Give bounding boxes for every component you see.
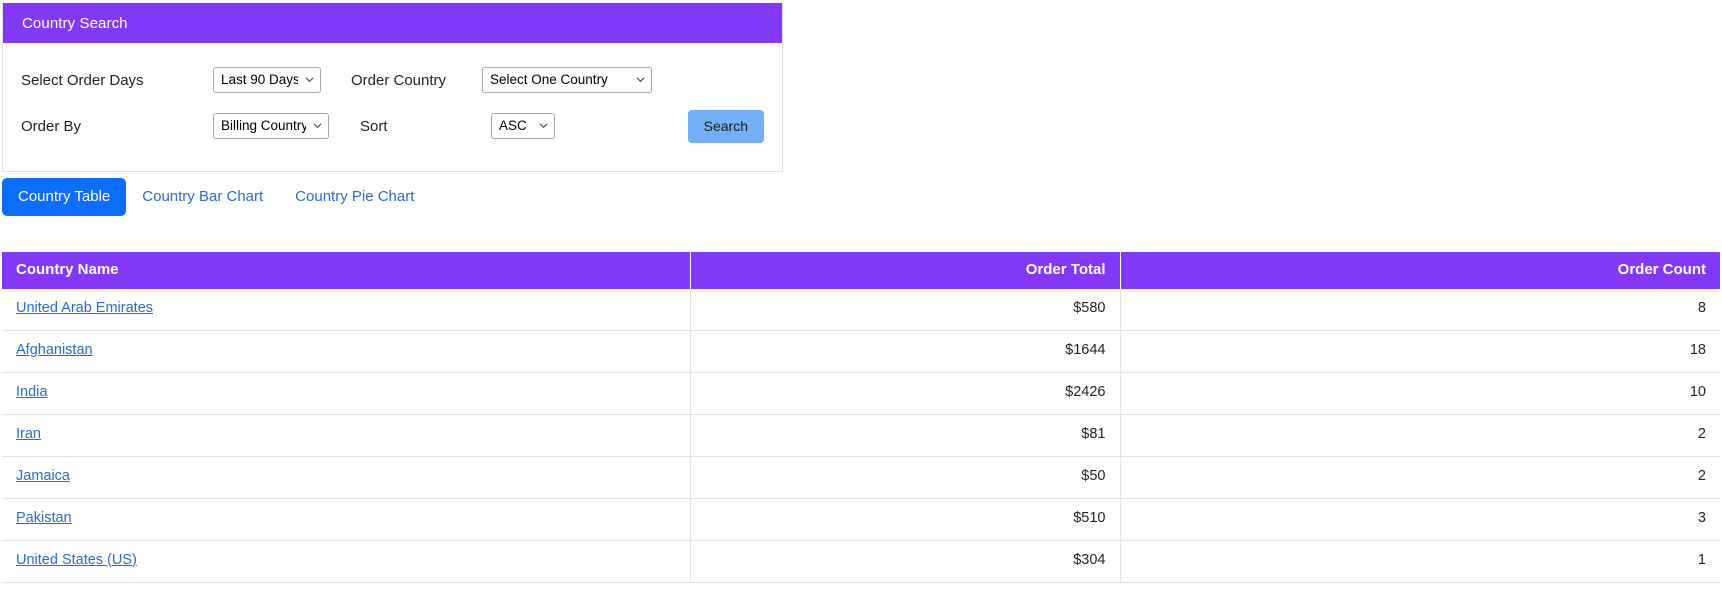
tab-country-table[interactable]: Country Table xyxy=(2,178,127,216)
order-country-select-wrap: Select One Country xyxy=(482,67,652,93)
order-days-select[interactable]: Last 90 Days xyxy=(213,67,321,93)
country-link[interactable]: United States (US) xyxy=(16,552,137,568)
cell-order-total: $304 xyxy=(690,540,1121,583)
label-sort: Sort xyxy=(360,117,388,135)
country-link[interactable]: Iran xyxy=(16,426,41,442)
table-row: United States (US) $304 1 xyxy=(2,540,1720,583)
column-header-country-name[interactable]: Country Name xyxy=(2,252,691,289)
country-link[interactable]: United Arab Emirates xyxy=(16,300,153,316)
tab-country-pie-chart[interactable]: Country Pie Chart xyxy=(279,178,430,216)
order-by-select[interactable]: Billing Country xyxy=(213,113,329,139)
cell-country-name: India xyxy=(2,372,691,415)
cell-order-count: 1 xyxy=(1120,540,1720,583)
country-table-head: Country Name Order Total Order Count xyxy=(2,252,1720,289)
table-row: Afghanistan $1644 18 xyxy=(2,330,1720,373)
table-row: India $2426 10 xyxy=(2,372,1720,415)
cell-order-total: $50 xyxy=(690,456,1121,499)
cell-order-total: $81 xyxy=(690,414,1121,457)
cell-country-name: Afghanistan xyxy=(2,330,691,373)
country-link[interactable]: Afghanistan xyxy=(16,342,93,358)
cell-order-total: $510 xyxy=(690,498,1121,541)
country-table-container: Country Name Order Total Order Count Uni… xyxy=(2,252,1720,583)
cell-country-name: Jamaica xyxy=(2,456,691,499)
search-button[interactable]: Search xyxy=(687,109,764,143)
cell-order-count: 2 xyxy=(1120,414,1720,457)
country-table-body: United Arab Emirates $580 8 Afghanistan $164… xyxy=(2,289,1720,583)
form-row-2: Order By Billing Country Sort ASC Search xyxy=(21,103,764,149)
country-link[interactable]: India xyxy=(16,384,47,400)
country-table: Country Name Order Total Order Count Uni… xyxy=(2,252,1720,583)
panel-title: Country Search xyxy=(22,14,128,32)
sort-select[interactable]: ASC xyxy=(491,113,555,139)
cell-country-name: Iran xyxy=(2,414,691,457)
country-link[interactable]: Pakistan xyxy=(16,510,72,526)
country-search-form: Select Order Days Last 90 Days Order Cou… xyxy=(3,43,782,171)
cell-order-count: 18 xyxy=(1120,330,1720,373)
table-row: United Arab Emirates $580 8 xyxy=(2,289,1720,331)
cell-order-count: 2 xyxy=(1120,456,1720,499)
form-row-1: Select Order Days Last 90 Days Order Cou… xyxy=(21,57,764,103)
cell-order-total: $580 xyxy=(690,289,1121,331)
page-root: Country Search Select Order Days Last 90… xyxy=(0,0,1722,606)
sort-select-wrap: ASC xyxy=(491,113,555,139)
table-row: Jamaica $50 2 xyxy=(2,456,1720,499)
cell-order-count: 10 xyxy=(1120,372,1720,415)
table-header-row: Country Name Order Total Order Count xyxy=(2,252,1720,289)
cell-country-name: United Arab Emirates xyxy=(2,289,691,331)
cell-order-total: $2426 xyxy=(690,372,1121,415)
label-order-country: Order Country xyxy=(351,71,447,89)
tab-country-bar-chart[interactable]: Country Bar Chart xyxy=(126,178,279,216)
country-link[interactable]: Jamaica xyxy=(16,468,70,484)
cell-order-count: 8 xyxy=(1120,289,1720,331)
view-tabs: Country Table Country Bar Chart Country … xyxy=(2,178,430,216)
country-search-panel-header: Country Search xyxy=(3,3,782,43)
column-header-order-count[interactable]: Order Count xyxy=(1120,252,1720,289)
cell-order-count: 3 xyxy=(1120,498,1720,541)
cell-country-name: United States (US) xyxy=(2,540,691,583)
table-row: Iran $81 2 xyxy=(2,414,1720,457)
column-header-order-total[interactable]: Order Total xyxy=(690,252,1121,289)
order-country-select[interactable]: Select One Country xyxy=(482,67,652,93)
label-select-order-days: Select Order Days xyxy=(21,71,144,89)
order-by-select-wrap: Billing Country xyxy=(213,113,329,139)
order-days-select-wrap: Last 90 Days xyxy=(213,67,321,93)
table-row: Pakistan $510 3 xyxy=(2,498,1720,541)
cell-country-name: Pakistan xyxy=(2,498,691,541)
label-order-by: Order By xyxy=(21,117,82,135)
cell-order-total: $1644 xyxy=(690,330,1121,373)
country-search-panel: Country Search Select Order Days Last 90… xyxy=(2,3,783,172)
